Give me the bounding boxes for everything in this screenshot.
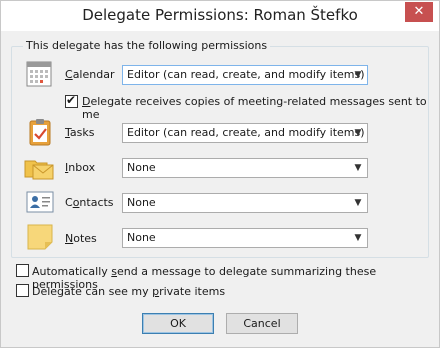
contacts-permission-value: None — [127, 196, 156, 209]
private-items-label: Delegate can see my private items — [32, 285, 226, 298]
contacts-permission-select[interactable]: None ▼ — [122, 193, 368, 213]
notes-label: Notes — [65, 232, 97, 245]
chevron-down-icon: ▼ — [354, 233, 362, 243]
chevron-down-icon: ▼ — [354, 70, 362, 80]
contact-card-icon — [25, 187, 55, 217]
chevron-down-icon: ▼ — [354, 198, 362, 208]
sticky-note-icon — [25, 222, 55, 252]
inbox-envelope-icon — [23, 153, 54, 183]
tasks-label: Tasks — [65, 126, 95, 139]
notes-permission-select[interactable]: None ▼ — [122, 228, 368, 248]
inbox-permission-select[interactable]: None ▼ — [122, 158, 368, 178]
ok-button[interactable]: OK — [142, 313, 214, 334]
meeting-copies-label: Delegate receives copies of meeting-rela… — [82, 95, 427, 121]
tasks-permission-select[interactable]: Editor (can read, create, and modify ite… — [122, 123, 368, 143]
calendar-icon — [25, 59, 55, 89]
meeting-copies-checkbox[interactable]: ✔ — [65, 93, 78, 108]
chevron-down-icon: ▼ — [354, 163, 362, 173]
title-bar: Delegate Permissions: Roman Štefko ✕ — [1, 1, 439, 31]
checkmark-icon: ✔ — [66, 93, 77, 107]
private-items-checkbox[interactable] — [16, 284, 29, 297]
calendar-label: Calendar — [65, 68, 115, 81]
close-button[interactable]: ✕ — [405, 2, 433, 22]
tasks-clipboard-icon — [25, 117, 55, 147]
dialog-title: Delegate Permissions: Roman Štefko — [82, 6, 358, 24]
notes-permission-value: None — [127, 231, 156, 244]
close-icon: ✕ — [413, 4, 425, 19]
cancel-button[interactable]: Cancel — [226, 313, 298, 334]
calendar-permission-value: Editor (can read, create, and modify ite… — [127, 68, 365, 81]
chevron-down-icon: ▼ — [354, 128, 362, 138]
inbox-permission-value: None — [127, 161, 156, 174]
contacts-label: Contacts — [65, 196, 114, 209]
calendar-permission-select[interactable]: Editor (can read, create, and modify ite… — [122, 65, 368, 85]
auto-send-summary-checkbox[interactable] — [16, 264, 29, 277]
tasks-permission-value: Editor (can read, create, and modify ite… — [127, 126, 365, 139]
permissions-group-legend: This delegate has the following permissi… — [23, 39, 271, 52]
delegate-permissions-dialog: Delegate Permissions: Roman Štefko ✕ Thi… — [0, 0, 440, 348]
inbox-label: Inbox — [65, 161, 96, 174]
